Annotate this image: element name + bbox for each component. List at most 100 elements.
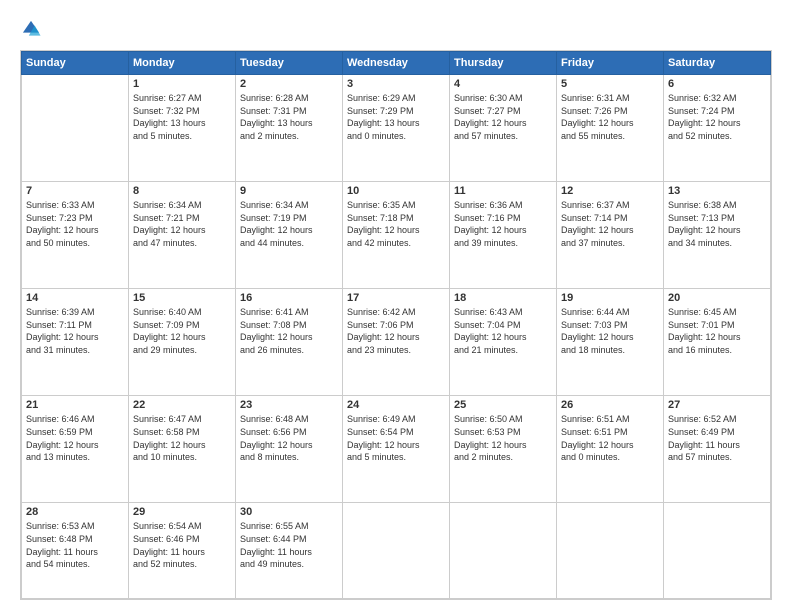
day-info: Sunrise: 6:30 AM Sunset: 7:27 PM Dayligh… — [454, 92, 552, 142]
day-number: 11 — [454, 185, 552, 197]
calendar-cell: 15Sunrise: 6:40 AM Sunset: 7:09 PM Dayli… — [129, 289, 236, 396]
weekday-row: SundayMondayTuesdayWednesdayThursdayFrid… — [22, 52, 771, 75]
day-number: 10 — [347, 185, 445, 197]
day-info: Sunrise: 6:39 AM Sunset: 7:11 PM Dayligh… — [26, 306, 124, 356]
calendar-cell: 22 Sunrise: 6:47 AM Sunset: 6:58 PM Dayli… — [129, 396, 236, 503]
day-info: Sunrise: 6:35 AM Sunset: 7:18 PM Dayligh… — [347, 199, 445, 249]
day-number: 2 — [240, 78, 338, 90]
calendar-cell — [450, 503, 557, 599]
day-info: Sunrise: 6:29 AM Sunset: 7:29 PM Dayligh… — [347, 92, 445, 142]
calendar-cell: 12 Sunrise: 6:37 AM Sunset: 7:14 PM Dayli… — [557, 182, 664, 289]
weekday-header: Wednesday — [343, 52, 450, 75]
calendar-cell: 24 Sunrise: 6:49 AM Sunset: 6:54 PM Dayli… — [343, 396, 450, 503]
calendar-cell: 10 Sunrise: 6:35 AM Sunset: 7:18 PM Dayli… — [343, 182, 450, 289]
day-info: Sunrise: 6:31 AM Sunset: 7:26 PM Dayligh… — [561, 92, 659, 142]
day-info: Sunrise: 6:50 AM Sunset: 6:53 PM Dayligh… — [454, 413, 552, 463]
calendar-cell: 23 Sunrise: 6:48 AM Sunset: 6:56 PM Dayli… — [236, 396, 343, 503]
calendar-cell: 19 Sunrise: 6:44 AM Sunset: 7:03 PM Dayli… — [557, 289, 664, 396]
day-number: 9 — [240, 185, 338, 197]
calendar-cell — [343, 503, 450, 599]
weekday-header: Monday — [129, 52, 236, 75]
page: SundayMondayTuesdayWednesdayThursdayFrid… — [0, 0, 792, 612]
calendar-week: 7 Sunrise: 6:33 AM Sunset: 7:23 PM Daylig… — [22, 182, 771, 289]
calendar-cell — [557, 503, 664, 599]
day-info: Sunrise: 6:32 AM Sunset: 7:24 PM Dayligh… — [668, 92, 766, 142]
day-number: 29 — [133, 506, 231, 518]
day-info: Sunrise: 6:53 AM Sunset: 6:48 PM Dayligh… — [26, 520, 124, 570]
day-number: 6 — [668, 78, 766, 90]
logo — [20, 18, 46, 40]
weekday-header: Saturday — [664, 52, 771, 75]
day-number: 5 — [561, 78, 659, 90]
logo-icon — [20, 18, 42, 40]
calendar-week: 21Sunrise: 6:46 AM Sunset: 6:59 PM Dayli… — [22, 396, 771, 503]
day-number: 19 — [561, 292, 659, 304]
day-info: Sunrise: 6:51 AM Sunset: 6:51 PM Dayligh… — [561, 413, 659, 463]
calendar-header: SundayMondayTuesdayWednesdayThursdayFrid… — [22, 52, 771, 75]
calendar-cell: 9Sunrise: 6:34 AM Sunset: 7:19 PM Daylig… — [236, 182, 343, 289]
calendar-cell: 6 Sunrise: 6:32 AM Sunset: 7:24 PM Daylig… — [664, 75, 771, 182]
calendar-cell: 13Sunrise: 6:38 AM Sunset: 7:13 PM Dayli… — [664, 182, 771, 289]
day-info: Sunrise: 6:46 AM Sunset: 6:59 PM Dayligh… — [26, 413, 124, 463]
calendar-cell: 1 Sunrise: 6:27 AM Sunset: 7:32 PM Daylig… — [129, 75, 236, 182]
day-info: Sunrise: 6:52 AM Sunset: 6:49 PM Dayligh… — [668, 413, 766, 463]
day-info: Sunrise: 6:43 AM Sunset: 7:04 PM Dayligh… — [454, 306, 552, 356]
day-info: Sunrise: 6:28 AM Sunset: 7:31 PM Dayligh… — [240, 92, 338, 142]
day-info: Sunrise: 6:42 AM Sunset: 7:06 PM Dayligh… — [347, 306, 445, 356]
day-number: 8 — [133, 185, 231, 197]
calendar: SundayMondayTuesdayWednesdayThursdayFrid… — [20, 50, 772, 600]
day-info: Sunrise: 6:45 AM Sunset: 7:01 PM Dayligh… — [668, 306, 766, 356]
calendar-cell: 17 Sunrise: 6:42 AM Sunset: 7:06 PM Dayli… — [343, 289, 450, 396]
calendar-week: 14 Sunrise: 6:39 AM Sunset: 7:11 PM Dayli… — [22, 289, 771, 396]
calendar-cell: 18 Sunrise: 6:43 AM Sunset: 7:04 PM Dayli… — [450, 289, 557, 396]
day-number: 1 — [133, 78, 231, 90]
day-number: 26 — [561, 399, 659, 411]
calendar-table: SundayMondayTuesdayWednesdayThursdayFrid… — [21, 51, 771, 599]
day-number: 7 — [26, 185, 124, 197]
day-number: 28 — [26, 506, 124, 518]
calendar-week: 28 Sunrise: 6:53 AM Sunset: 6:48 PM Dayli… — [22, 503, 771, 599]
calendar-cell: 29 Sunrise: 6:54 AM Sunset: 6:46 PM Dayli… — [129, 503, 236, 599]
day-number: 23 — [240, 399, 338, 411]
day-info: Sunrise: 6:33 AM Sunset: 7:23 PM Dayligh… — [26, 199, 124, 249]
day-info: Sunrise: 6:36 AM Sunset: 7:16 PM Dayligh… — [454, 199, 552, 249]
day-number: 17 — [347, 292, 445, 304]
calendar-cell: 26 Sunrise: 6:51 AM Sunset: 6:51 PM Dayli… — [557, 396, 664, 503]
day-number: 24 — [347, 399, 445, 411]
day-number: 18 — [454, 292, 552, 304]
calendar-cell — [22, 75, 129, 182]
day-info: Sunrise: 6:34 AM Sunset: 7:21 PM Dayligh… — [133, 199, 231, 249]
calendar-cell: 3Sunrise: 6:29 AM Sunset: 7:29 PM Daylig… — [343, 75, 450, 182]
day-info: Sunrise: 6:41 AM Sunset: 7:08 PM Dayligh… — [240, 306, 338, 356]
calendar-week: 1 Sunrise: 6:27 AM Sunset: 7:32 PM Daylig… — [22, 75, 771, 182]
day-number: 27 — [668, 399, 766, 411]
day-info: Sunrise: 6:54 AM Sunset: 6:46 PM Dayligh… — [133, 520, 231, 570]
calendar-cell: 8 Sunrise: 6:34 AM Sunset: 7:21 PM Daylig… — [129, 182, 236, 289]
day-number: 25 — [454, 399, 552, 411]
calendar-cell: 11 Sunrise: 6:36 AM Sunset: 7:16 PM Dayli… — [450, 182, 557, 289]
calendar-cell: 20 Sunrise: 6:45 AM Sunset: 7:01 PM Dayli… — [664, 289, 771, 396]
day-number: 14 — [26, 292, 124, 304]
calendar-cell: 25 Sunrise: 6:50 AM Sunset: 6:53 PM Dayli… — [450, 396, 557, 503]
weekday-header: Sunday — [22, 52, 129, 75]
day-info: Sunrise: 6:55 AM Sunset: 6:44 PM Dayligh… — [240, 520, 338, 570]
day-number: 30 — [240, 506, 338, 518]
day-number: 22 — [133, 399, 231, 411]
weekday-header: Friday — [557, 52, 664, 75]
day-number: 12 — [561, 185, 659, 197]
day-info: Sunrise: 6:47 AM Sunset: 6:58 PM Dayligh… — [133, 413, 231, 463]
day-info: Sunrise: 6:27 AM Sunset: 7:32 PM Dayligh… — [133, 92, 231, 142]
day-info: Sunrise: 6:37 AM Sunset: 7:14 PM Dayligh… — [561, 199, 659, 249]
day-info: Sunrise: 6:49 AM Sunset: 6:54 PM Dayligh… — [347, 413, 445, 463]
calendar-cell: 28 Sunrise: 6:53 AM Sunset: 6:48 PM Dayli… — [22, 503, 129, 599]
calendar-cell: 27 Sunrise: 6:52 AM Sunset: 6:49 PM Dayli… — [664, 396, 771, 503]
calendar-cell: 30 Sunrise: 6:55 AM Sunset: 6:44 PM Dayli… — [236, 503, 343, 599]
day-number: 15 — [133, 292, 231, 304]
weekday-header: Tuesday — [236, 52, 343, 75]
day-number: 20 — [668, 292, 766, 304]
day-info: Sunrise: 6:44 AM Sunset: 7:03 PM Dayligh… — [561, 306, 659, 356]
day-info: Sunrise: 6:48 AM Sunset: 6:56 PM Dayligh… — [240, 413, 338, 463]
calendar-cell — [664, 503, 771, 599]
calendar-cell: 16Sunrise: 6:41 AM Sunset: 7:08 PM Dayli… — [236, 289, 343, 396]
weekday-header: Thursday — [450, 52, 557, 75]
